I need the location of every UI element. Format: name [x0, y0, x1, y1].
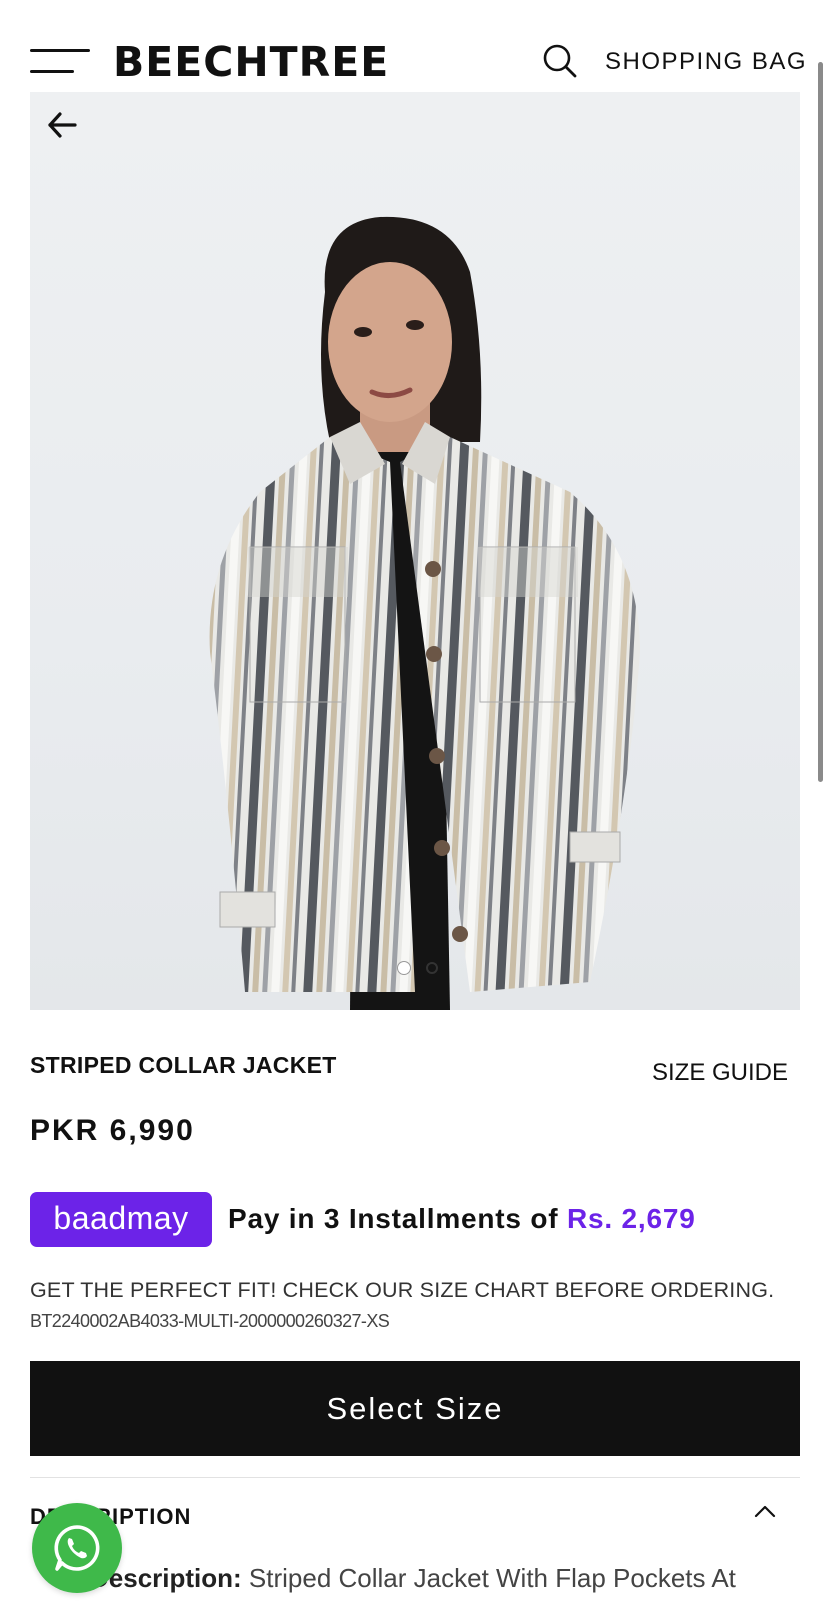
shopping-bag-link[interactable]: SHOPPING BAG — [605, 47, 807, 77]
description-body: Description: Striped Collar Jacket With … — [90, 1560, 790, 1603]
whatsapp-chat-button[interactable] — [32, 1503, 122, 1593]
description-accordion-header[interactable]: DESCRIPTION — [30, 1504, 800, 1544]
whatsapp-icon — [54, 1525, 100, 1571]
site-header: BEECHTREE SHOPPING BAG — [0, 0, 828, 92]
product-image-carousel[interactable] — [30, 92, 800, 1010]
section-divider — [30, 1477, 800, 1478]
carousel-dot-1[interactable] — [398, 962, 410, 974]
installment-info: Pay in 3 Installments of Rs. 2,679 — [228, 1203, 696, 1235]
size-guide-link[interactable]: SIZE GUIDE — [652, 1059, 788, 1087]
carousel-dot-2[interactable] — [426, 962, 438, 974]
arrow-left-icon[interactable] — [46, 110, 78, 140]
product-sku: BT2240002AB4033-MULTI-2000000260327-XS — [30, 1311, 390, 1331]
product-photo — [209, 216, 640, 1010]
select-size-button[interactable]: Select Size — [30, 1361, 800, 1456]
fit-note: GET THE PERFECT FIT! CHECK OUR SIZE CHAR… — [30, 1278, 775, 1302]
product-price: PKR 6,990 — [30, 1114, 195, 1147]
installment-amount: Rs. 2,679 — [566, 1203, 696, 1234]
brand-logo[interactable]: BEECHTREE — [113, 38, 389, 86]
search-icon[interactable] — [542, 43, 578, 79]
hamburger-menu-icon[interactable] — [30, 49, 90, 75]
baadmay-logo[interactable]: baadmay — [30, 1192, 212, 1247]
page-scrollbar[interactable] — [818, 62, 823, 782]
carousel-dots — [30, 962, 800, 976]
installment-text: Pay in 3 Installments of — [228, 1203, 567, 1234]
product-title: STRIPED COLLAR JACKET — [30, 1052, 337, 1078]
chevron-up-icon[interactable] — [752, 1498, 778, 1524]
